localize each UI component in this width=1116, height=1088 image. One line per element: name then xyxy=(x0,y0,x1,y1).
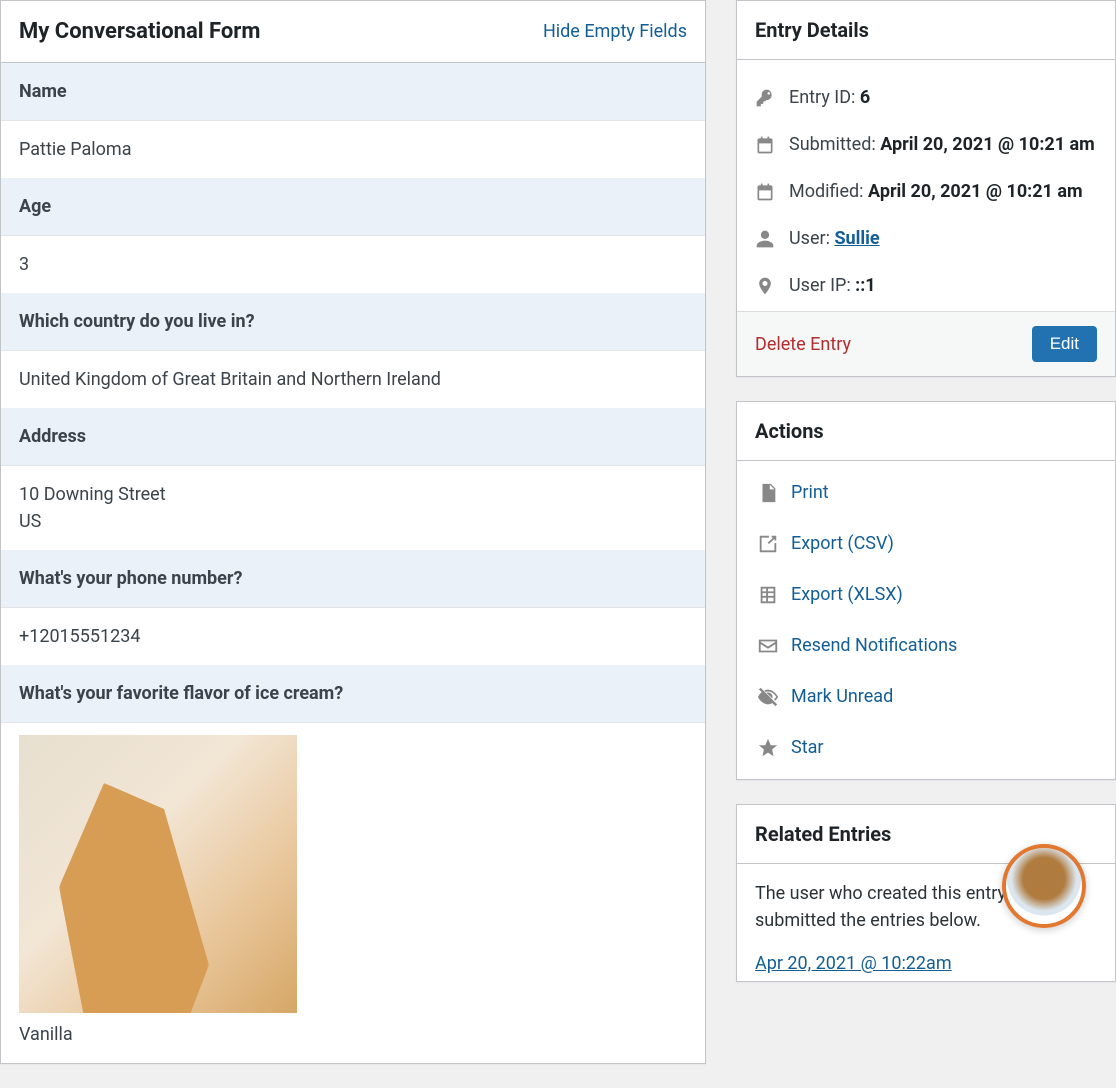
field-value: United Kingdom of Great Britain and Nort… xyxy=(1,351,705,408)
actions-header: Actions xyxy=(737,402,1115,461)
field-label: Name xyxy=(1,63,705,121)
entry-submitted-row: Submitted: April 20, 2021 @ 10:21 am xyxy=(755,121,1097,168)
entry-submitted-label: Submitted: xyxy=(789,134,880,155)
user-icon xyxy=(755,229,775,249)
action-label: Export (CSV) xyxy=(791,530,894,557)
related-title: Related Entries xyxy=(755,819,891,849)
action-label: Resend Notifications xyxy=(791,632,957,659)
eyeoff-icon xyxy=(757,686,779,708)
action-print[interactable]: Print xyxy=(741,467,1111,518)
entry-user-label: User: xyxy=(789,228,834,249)
form-panel-header: My Conversational Form Hide Empty Fields xyxy=(1,1,705,63)
delete-entry-link[interactable]: Delete Entry xyxy=(755,331,851,358)
field-value: Pattie Paloma xyxy=(1,121,705,178)
form-entry-panel: My Conversational Form Hide Empty Fields… xyxy=(0,0,706,1064)
field-label: Address xyxy=(1,408,705,466)
entry-id-value: 6 xyxy=(860,87,870,108)
action-label: Print xyxy=(791,479,829,506)
action-label: Export (XLSX) xyxy=(791,581,903,608)
calendar-icon xyxy=(755,182,775,202)
entry-id-label: Entry ID: xyxy=(789,87,860,108)
entry-id-row: Entry ID: 6 xyxy=(755,74,1097,121)
action-resend-notifications[interactable]: Resend Notifications xyxy=(741,620,1111,671)
key-icon xyxy=(755,88,775,108)
edit-button[interactable]: Edit xyxy=(1032,326,1097,362)
actions-title: Actions xyxy=(755,416,824,446)
entry-ip-label: User IP: xyxy=(789,275,855,296)
spreadsheet-icon xyxy=(757,584,779,606)
field-value: 3 xyxy=(1,236,705,293)
field-value: 10 Downing StreetUS xyxy=(1,466,705,550)
entry-details-title: Entry Details xyxy=(755,15,869,45)
form-title: My Conversational Form xyxy=(19,15,260,48)
star-icon xyxy=(757,737,779,759)
action-export-xlsx[interactable]: Export (XLSX) xyxy=(741,569,1111,620)
calendar-icon xyxy=(755,135,775,155)
actions-panel: Actions Print Export (CSV) Export (XLSX) Re… xyxy=(736,401,1116,780)
field-image-caption: Vanilla xyxy=(19,1021,687,1048)
entry-ip-row: User IP: ::1 xyxy=(755,262,1097,309)
hide-empty-fields-link[interactable]: Hide Empty Fields xyxy=(543,18,687,45)
help-mascot-icon[interactable] xyxy=(1002,844,1086,928)
entry-modified-value: April 20, 2021 @ 10:21 am xyxy=(868,181,1083,202)
entry-modified-row: Modified: April 20, 2021 @ 10:21 am xyxy=(755,168,1097,215)
entry-ip-value: ::1 xyxy=(855,275,875,296)
field-value: Vanilla xyxy=(1,723,705,1063)
field-label: What's your favorite flavor of ice cream… xyxy=(1,665,705,723)
field-value: +12015551234 xyxy=(1,608,705,665)
file-icon xyxy=(757,482,779,504)
field-label: Which country do you live in? xyxy=(1,293,705,351)
mail-icon xyxy=(757,635,779,657)
action-label: Mark Unread xyxy=(791,683,893,710)
entry-user-link[interactable]: Sullie xyxy=(834,228,879,249)
entry-submitted-value: April 20, 2021 @ 10:21 am xyxy=(880,134,1095,155)
entry-user-row: User: Sullie xyxy=(755,215,1097,262)
field-label: Age xyxy=(1,178,705,236)
related-entry-link[interactable]: Apr 20, 2021 @ 10:22am xyxy=(755,953,952,974)
entry-details-footer: Delete Entry Edit xyxy=(737,311,1115,376)
field-label: What's your phone number? xyxy=(1,550,705,608)
entry-details-panel: Entry Details Entry ID: 6 Submitted: Apr… xyxy=(736,0,1116,377)
action-label: Star xyxy=(791,734,823,761)
action-export-csv[interactable]: Export (CSV) xyxy=(741,518,1111,569)
action-star[interactable]: Star xyxy=(741,722,1111,773)
entry-modified-label: Modified: xyxy=(789,181,868,202)
location-icon xyxy=(755,276,775,296)
action-mark-unread[interactable]: Mark Unread xyxy=(741,671,1111,722)
entry-details-header: Entry Details xyxy=(737,1,1115,60)
export-icon xyxy=(757,533,779,555)
field-image xyxy=(19,735,297,1013)
